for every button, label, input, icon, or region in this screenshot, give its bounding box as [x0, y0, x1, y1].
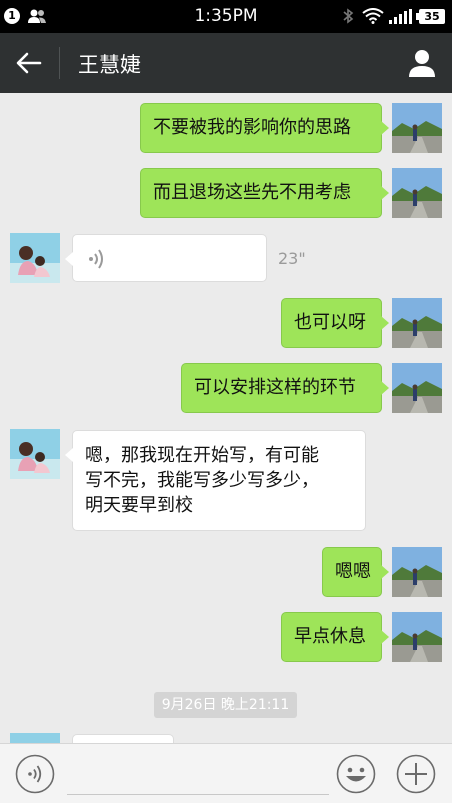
voice-duration: 23" [278, 249, 306, 268]
contact-avatar[interactable] [10, 733, 60, 743]
received-message[interactable]: 嗯，那我现在开始写，有可能 写不完，我能写多少写多少， 明天要早到校 [65, 430, 366, 531]
message-line: 明天要早到校 [85, 495, 193, 516]
my-avatar[interactable] [392, 298, 442, 348]
header-divider [59, 47, 60, 79]
message-line: 嗯，那我现在开始写，有可能 [85, 445, 319, 466]
arrow-left-icon[interactable] [14, 49, 44, 77]
sent-message[interactable]: 早点休息 [281, 612, 389, 662]
my-avatar[interactable] [392, 363, 442, 413]
contact-avatar[interactable] [10, 233, 60, 283]
chat-header: 王慧婕 [0, 33, 452, 93]
plus-icon[interactable] [396, 754, 436, 794]
message-input[interactable] [67, 754, 329, 795]
sent-message[interactable]: 也可以呀 [281, 298, 389, 348]
voice-icon[interactable] [15, 754, 55, 794]
time-divider: 9月26日 晚上21:11 [154, 692, 297, 718]
my-avatar[interactable] [392, 103, 442, 153]
sent-message[interactable]: 而且退场这些先不用考虑 [140, 168, 389, 218]
signal-icon [389, 9, 412, 24]
my-avatar[interactable] [392, 168, 442, 218]
input-bar [0, 743, 452, 803]
chat-title: 王慧婕 [78, 53, 141, 77]
status-time: 1:35PM [194, 6, 258, 26]
bluetooth-icon [343, 8, 354, 24]
contact-avatar[interactable] [10, 429, 60, 479]
chat-messages[interactable]: 不要被我的影响你的思路 而且退场这些先不用考虑 23" 也可以呀 可以安排这样的… [0, 93, 452, 743]
sent-message[interactable]: 嗯嗯 [322, 547, 389, 597]
message-line: 写不完，我能写多少写多少， [85, 470, 319, 491]
my-avatar[interactable] [392, 612, 442, 662]
received-message-partial[interactable] [72, 734, 174, 743]
my-avatar[interactable] [392, 547, 442, 597]
voice-message[interactable] [65, 234, 267, 282]
battery-icon: 35 [416, 9, 445, 24]
wifi-icon [362, 8, 384, 24]
status-bar: 1 1:35PM 35 [0, 0, 452, 33]
sent-message[interactable]: 不要被我的影响你的思路 [140, 103, 389, 153]
emoji-icon[interactable] [336, 754, 376, 794]
voice-icon [89, 249, 103, 269]
person-icon[interactable] [406, 47, 438, 79]
sent-message[interactable]: 可以安排这样的环节 [181, 363, 389, 413]
